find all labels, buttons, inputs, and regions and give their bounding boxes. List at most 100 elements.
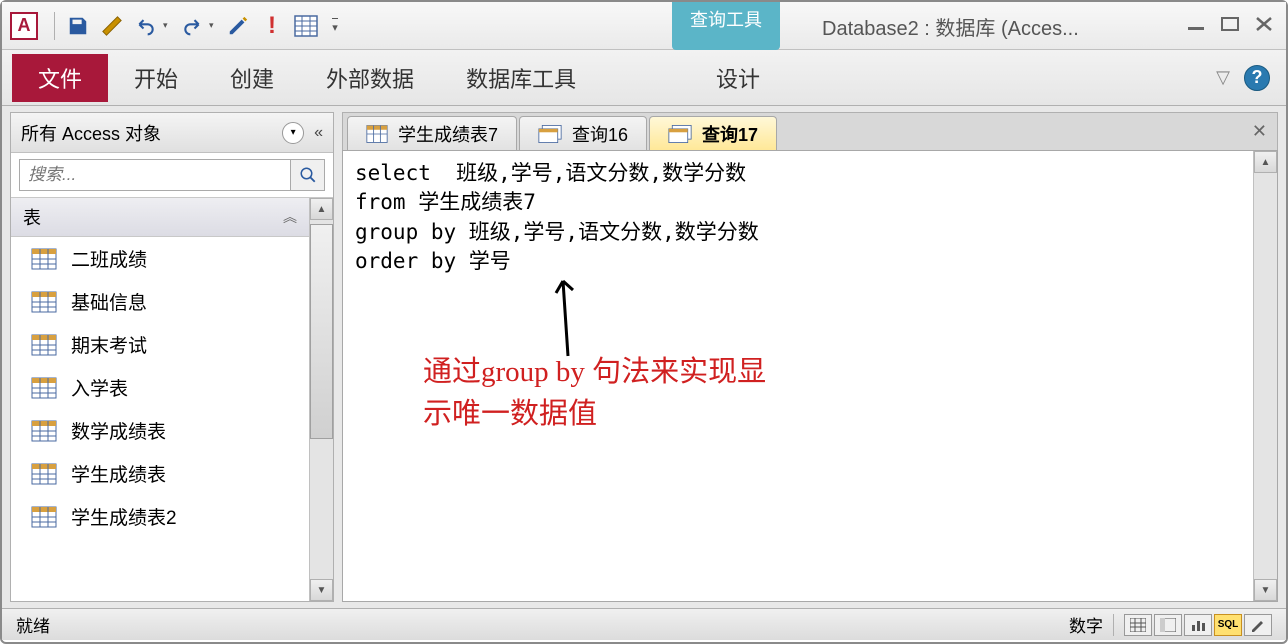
datasheet-view-button[interactable] (291, 11, 321, 41)
tab-label: 查询16 (572, 121, 628, 147)
scroll-up-button[interactable]: ▲ (310, 198, 333, 220)
main-area: 所有 Access 对象 ▾ « 表 ︽ 二班成绩 基础信息 期末考试 入学表 … (2, 106, 1286, 608)
app-icon: A (10, 12, 38, 40)
save-icon (67, 15, 89, 37)
chart-icon (1190, 618, 1206, 632)
pivot-view-button[interactable] (1154, 614, 1182, 636)
design-icon (227, 15, 249, 37)
redo-dropdown[interactable]: ▾ (209, 20, 221, 31)
statusbar: 就绪 数字 SQL (2, 608, 1286, 640)
document-area: 学生成绩表7 查询16 查询17 ✕ select 班级,学号,语文分数,数学分… (342, 112, 1278, 602)
nav-group-tables[interactable]: 表 ︽ (11, 198, 309, 237)
close-button[interactable] (1252, 14, 1276, 34)
document-tabs: 学生成绩表7 查询16 查询17 ✕ (342, 112, 1278, 150)
search-row (11, 153, 333, 198)
table-icon (31, 334, 57, 356)
quick-tool-alert[interactable]: ! (257, 11, 287, 41)
table-icon (31, 506, 57, 528)
table-item[interactable]: 数学成绩表 (11, 409, 309, 452)
design-tab[interactable]: 设计 (690, 54, 786, 102)
status-numlock: 数字 (1069, 612, 1103, 637)
search-button[interactable] (291, 159, 325, 191)
close-tab-button[interactable]: ✕ (1252, 121, 1267, 142)
scroll-down-button[interactable]: ▼ (1254, 579, 1277, 601)
table-name: 期末考试 (71, 331, 147, 358)
search-icon (299, 166, 317, 184)
table-item[interactable]: 基础信息 (11, 280, 309, 323)
home-tab[interactable]: 开始 (108, 54, 204, 102)
table-item[interactable]: 学生成绩表 (11, 452, 309, 495)
redo-button[interactable] (177, 11, 207, 41)
quick-tool-1[interactable] (97, 11, 127, 41)
qat-customize[interactable]: ▾ (325, 11, 345, 41)
table-icon (31, 248, 57, 270)
scroll-track[interactable] (310, 220, 333, 579)
sql-editor[interactable]: select 班级,学号,语文分数,数学分数 from 学生成绩表7 group… (342, 150, 1278, 602)
table-name: 学生成绩表 (71, 460, 166, 487)
table-icon (366, 124, 388, 144)
search-input[interactable] (19, 159, 291, 191)
save-button[interactable] (63, 11, 93, 41)
help-button[interactable]: ? (1244, 65, 1270, 91)
nav-list: 表 ︽ 二班成绩 基础信息 期末考试 入学表 数学成绩表 学生成绩表 学生成绩表… (11, 198, 309, 601)
status-text: 就绪 (16, 612, 50, 637)
table-name: 数学成绩表 (71, 417, 166, 444)
minimize-button[interactable] (1184, 14, 1208, 34)
sql-label: SQL (1218, 619, 1239, 630)
collapse-icon: ︽ (283, 207, 297, 227)
view-switcher: SQL (1113, 614, 1272, 636)
table-icon (31, 463, 57, 485)
nav-scrollbar[interactable]: ▲ ▼ (309, 198, 333, 601)
table-icon (31, 420, 57, 442)
table-item[interactable]: 入学表 (11, 366, 309, 409)
window-title: Database2 : 数据库 (Acces... (822, 12, 1079, 41)
scroll-thumb[interactable] (310, 224, 333, 439)
editor-scrollbar[interactable]: ▲ ▼ (1253, 151, 1277, 601)
db-tools-tab[interactable]: 数据库工具 (440, 54, 602, 102)
table-name: 基础信息 (71, 288, 147, 315)
external-data-tab[interactable]: 外部数据 (300, 54, 440, 102)
create-tab[interactable]: 创建 (204, 54, 300, 102)
nav-collapse-button[interactable]: « (314, 124, 323, 142)
pivot-icon (1160, 618, 1176, 632)
ribbon-minimize-icon[interactable]: ▽ (1216, 67, 1230, 88)
table-item[interactable]: 学生成绩表2 (11, 495, 309, 538)
design-view-button[interactable] (1244, 614, 1272, 636)
ribbon: 文件 开始 创建 外部数据 数据库工具 设计 ▽ ? (2, 50, 1286, 106)
tab-label: 学生成绩表7 (398, 121, 498, 147)
sql-view-button[interactable]: SQL (1214, 614, 1242, 636)
ruler-icon (101, 15, 123, 37)
window-controls (1184, 14, 1276, 34)
separator (54, 12, 55, 40)
exclamation-icon: ! (268, 12, 276, 40)
table-icon (31, 291, 57, 313)
nav-group-label: 表 (23, 204, 41, 230)
query-icon (668, 124, 692, 144)
nav-body: 表 ︽ 二班成绩 基础信息 期末考试 入学表 数学成绩表 学生成绩表 学生成绩表… (11, 198, 333, 601)
table-item[interactable]: 二班成绩 (11, 237, 309, 280)
quick-tool-2[interactable] (223, 11, 253, 41)
doc-tab-query17-active[interactable]: 查询17 (649, 116, 777, 150)
table-name: 二班成绩 (71, 245, 147, 272)
scroll-down-button[interactable]: ▼ (310, 579, 333, 601)
doc-tab-query16[interactable]: 查询16 (519, 116, 647, 150)
sql-text[interactable]: select 班级,学号,语文分数,数学分数 from 学生成绩表7 group… (343, 151, 1253, 601)
table-item[interactable]: 期末考试 (11, 323, 309, 366)
doc-tab-table[interactable]: 学生成绩表7 (347, 116, 517, 150)
scroll-track[interactable] (1254, 173, 1277, 579)
undo-button[interactable] (131, 11, 161, 41)
table-name: 学生成绩表2 (71, 503, 177, 530)
query-icon (538, 124, 562, 144)
table-icon (31, 377, 57, 399)
chart-view-button[interactable] (1184, 614, 1212, 636)
datasheet-view-button[interactable] (1124, 614, 1152, 636)
grid-icon (1130, 618, 1146, 632)
nav-filter-button[interactable]: ▾ (282, 122, 304, 144)
file-tab[interactable]: 文件 (12, 54, 108, 102)
maximize-button[interactable] (1218, 14, 1242, 34)
undo-dropdown[interactable]: ▾ (163, 20, 175, 31)
scroll-up-button[interactable]: ▲ (1254, 151, 1277, 173)
undo-icon (136, 16, 156, 36)
datasheet-icon (294, 15, 318, 37)
tab-label: 查询17 (702, 121, 758, 147)
